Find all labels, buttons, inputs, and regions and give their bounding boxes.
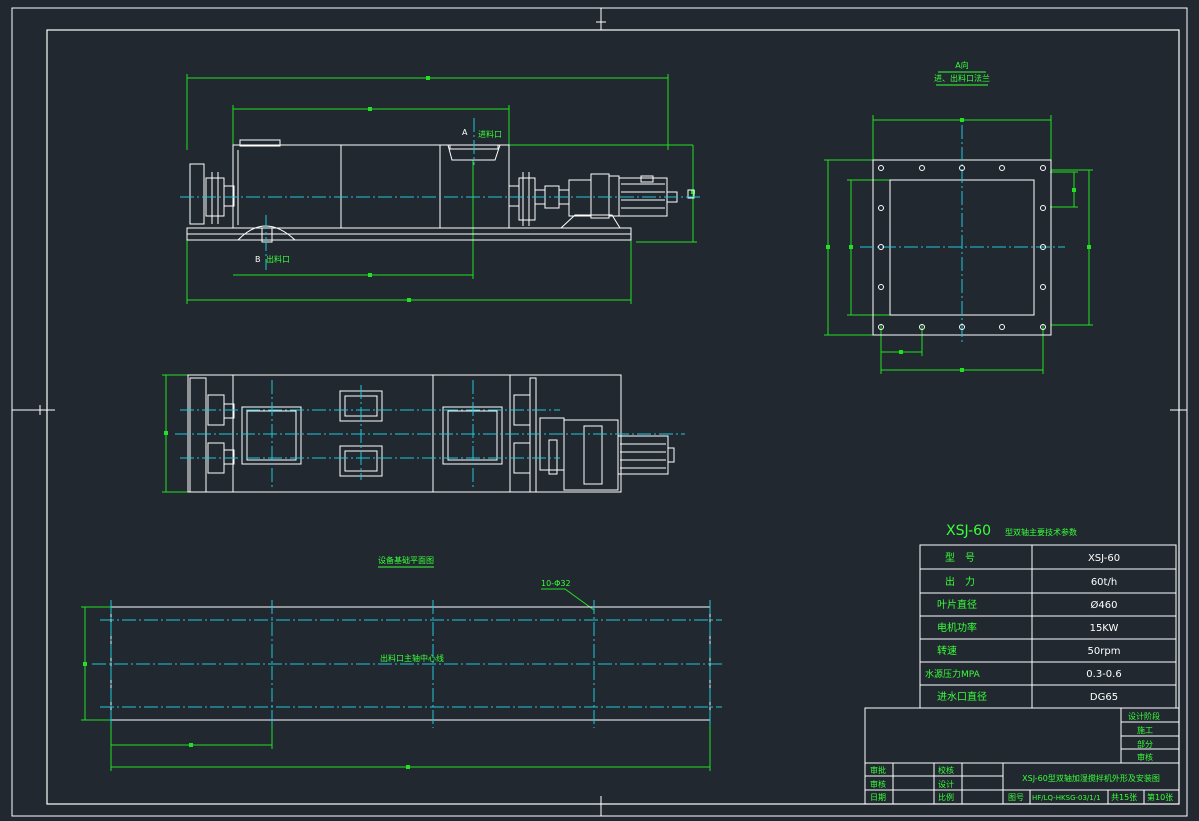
stage-2: 部分 <box>1137 739 1153 749</box>
stage-3: 审核 <box>1137 752 1153 762</box>
spec-title-code: XSJ-60 <box>946 523 991 539</box>
total-sheets: 共15张 <box>1111 793 1137 802</box>
mark-a: A <box>462 128 468 137</box>
spec-value-3: Ø460 <box>1091 599 1118 611</box>
role-left-2: 审核 <box>870 779 886 789</box>
role-left-3: 日期 <box>870 793 886 802</box>
role-right-3: 比例 <box>938 792 954 802</box>
role-right-2: 设计 <box>938 779 954 789</box>
cad-drawing: A 进料口 B 出料口 A向 进、出料口法兰 设备基础平面图 10-Φ32 出料… <box>0 0 1199 821</box>
drawing-title: XSJ-60型双轴加湿搅拌机外形及安装图 <box>1022 773 1160 783</box>
spec-value-4: 15KW <box>1090 623 1119 634</box>
spec-value-2: 60t/h <box>1091 577 1117 588</box>
foundation-title: 设备基础平面图 <box>378 555 434 565</box>
spec-label-1: 型 号 <box>945 551 975 564</box>
drawing-no-label: 图号 <box>1008 793 1024 802</box>
spec-label-2: 出 力 <box>945 575 975 588</box>
flange-view-title: A向 <box>955 60 968 70</box>
bolt-callout: 10-Φ32 <box>541 579 571 588</box>
spec-value-1: XSJ-60 <box>1088 553 1120 564</box>
spec-value-6: 0.3-0.6 <box>1086 669 1121 680</box>
spec-label-6: 水源压力MPA <box>925 668 981 680</box>
stage-header: 设计阶段 <box>1128 711 1160 721</box>
spec-label-3: 叶片直径 <box>937 598 977 611</box>
role-left-1: 审批 <box>870 765 886 775</box>
drawing-no: HF/LQ-HKSG-03/1/1 <box>1032 794 1101 802</box>
flange-view-subtitle: 进、出料口法兰 <box>934 73 990 83</box>
feed-inlet-label: 进料口 <box>478 129 502 139</box>
sheet-no: 第10张 <box>1147 792 1173 802</box>
spec-value-5: 50rpm <box>1088 646 1121 657</box>
centerline-label: 出料口主轴中心线 <box>380 653 444 663</box>
role-right-1: 校核 <box>938 765 954 775</box>
spec-title-rest: 型双轴主要技术参数 <box>1005 527 1077 537</box>
discharge-label: 出料口 <box>266 254 290 264</box>
mark-b: B <box>255 255 261 264</box>
spec-label-5: 转速 <box>937 644 957 657</box>
stage-1: 施工 <box>1137 725 1153 735</box>
spec-value-7: DG65 <box>1090 692 1118 703</box>
spec-label-4: 电机功率 <box>937 621 977 634</box>
spec-label-7: 进水口直径 <box>937 690 987 703</box>
